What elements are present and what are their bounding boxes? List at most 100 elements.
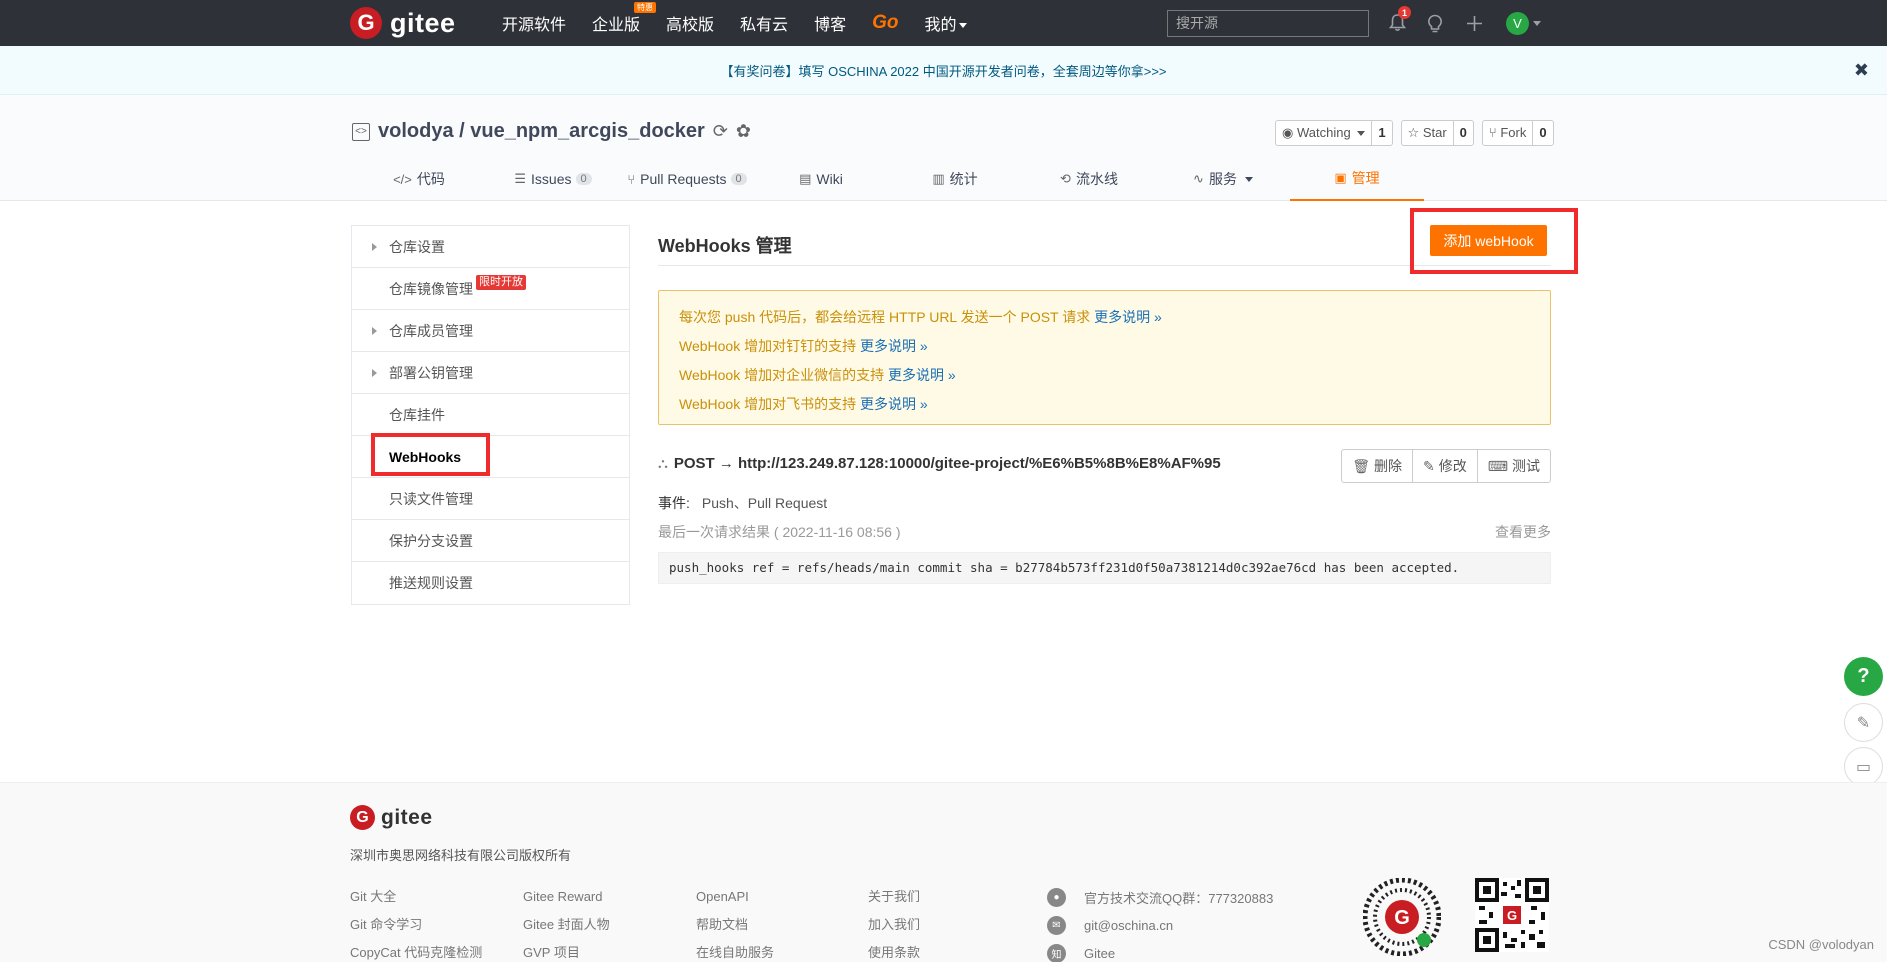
- feedback-edit-icon[interactable]: ✎: [1844, 703, 1883, 742]
- code-repo-icon: <>: [352, 122, 370, 141]
- footer-link[interactable]: CopyCat 代码克隆检测: [350, 939, 482, 962]
- zhihu-link[interactable]: Gitee: [1084, 946, 1115, 961]
- sidebar-item-readonly-files[interactable]: 只读文件管理: [352, 478, 629, 520]
- tab-manage[interactable]: ▣ 管理: [1290, 157, 1424, 201]
- manage-icon: ▣: [1334, 170, 1347, 185]
- tab-pull-requests[interactable]: ⑂ Pull Requests 0: [620, 157, 754, 201]
- watch-button[interactable]: ◉ Watching: [1276, 121, 1371, 145]
- code-icon: </>: [393, 171, 412, 187]
- close-icon[interactable]: ✖: [1854, 60, 1869, 81]
- footer-link[interactable]: 关于我们: [868, 883, 920, 911]
- tab-stats[interactable]: ▥ 统计: [888, 157, 1022, 201]
- footer-contact: ● 官方技术交流QQ群：777320883 ✉ git@oschina.cn 知 Gi…: [1047, 883, 1273, 962]
- events-label: 事件:: [658, 495, 690, 511]
- gitee-logo[interactable]: G gitee: [350, 7, 456, 39]
- notice-text: 每次您 push 代码后，都会给远程 HTTP URL 发送一个 POST 请求: [679, 309, 1091, 325]
- tab-label: 代码: [416, 171, 445, 187]
- webhook-icon: ⛬: [658, 455, 668, 471]
- nav-private-cloud[interactable]: 私有云: [740, 11, 788, 35]
- repo-title: <> volodya / vue_npm_arcgis_docker ⟳ ✿: [352, 120, 751, 143]
- more-info-link[interactable]: 更多说明 »: [1094, 309, 1162, 325]
- footer-link[interactable]: Git 大全: [350, 883, 482, 911]
- webhook-actions: 🗑 删除 ✎ 修改 ⌨ 测试: [1341, 449, 1551, 483]
- sidebar-item-repo-settings[interactable]: 仓库设置: [352, 226, 629, 268]
- star-icon: ☆: [1407, 125, 1423, 140]
- avatar[interactable]: V: [1506, 12, 1529, 35]
- star-label: Star: [1422, 125, 1447, 140]
- fork-label: Fork: [1500, 125, 1527, 140]
- star-count[interactable]: 0: [1452, 121, 1473, 145]
- lightbulb-icon[interactable]: [1424, 12, 1446, 34]
- footer-logo: G gitee: [350, 805, 433, 830]
- trash-icon: 🗑: [1352, 458, 1371, 474]
- help-button[interactable]: ?: [1844, 657, 1883, 696]
- tab-code[interactable]: </> 代码: [352, 157, 486, 201]
- search-input[interactable]: 搜开源: [1167, 10, 1369, 37]
- nav-enterprise[interactable]: 企业版 特惠: [592, 2, 657, 35]
- sidebar-item-deploy-keys[interactable]: 部署公钥管理: [352, 352, 629, 394]
- footer-link[interactable]: Gitee 封面人物: [523, 911, 610, 939]
- email-link[interactable]: git@oschina.cn: [1084, 918, 1173, 933]
- wiki-icon: ▤: [799, 171, 812, 186]
- zhihu-icon: 知: [1047, 943, 1066, 962]
- nav-open-source[interactable]: 开源软件: [502, 11, 566, 35]
- nav-mine[interactable]: 我的: [924, 11, 968, 35]
- nav-blog[interactable]: 博客: [814, 11, 846, 35]
- tab-label: Pull Requests: [640, 171, 727, 187]
- chevron-down-icon[interactable]: [1533, 21, 1541, 26]
- tab-services[interactable]: ∿ 服务: [1156, 157, 1290, 201]
- footer-link[interactable]: OpenAPI: [696, 883, 774, 911]
- qq-icon: ●: [1047, 887, 1066, 907]
- more-info-link[interactable]: 更多说明 »: [888, 367, 956, 383]
- test-label: 测试: [1512, 458, 1540, 474]
- sidebar-item-members[interactable]: 仓库成员管理: [352, 310, 629, 352]
- gvp-badge-icon[interactable]: ✿: [736, 121, 751, 142]
- footer-link[interactable]: 使用条款: [868, 939, 920, 962]
- fork-button[interactable]: ⑂ Fork: [1483, 121, 1532, 145]
- more-info-link[interactable]: 更多说明 »: [860, 396, 928, 412]
- footer: G gitee 深圳市奥思网络科技有限公司版权所有 Git 大全 Git 命令学…: [0, 782, 1887, 962]
- main-nav: 开源软件 企业版 特惠 高校版 私有云 博客 Go 我的: [502, 0, 993, 46]
- delete-button[interactable]: 🗑 删除: [1342, 450, 1412, 482]
- tab-issues[interactable]: ☰ Issues 0: [486, 157, 620, 201]
- footer-col-1: Git 大全 Git 命令学习 CopyCat 代码克隆检测: [350, 883, 482, 962]
- sidebar-item-label: 仓库镜像管理: [389, 280, 473, 297]
- footer-link[interactable]: GVP 项目: [523, 939, 610, 962]
- repo-name-link[interactable]: volodya / vue_npm_arcgis_docker: [378, 120, 705, 143]
- sidebar-item-mirror[interactable]: 仓库镜像管理 限时开放: [352, 268, 629, 310]
- sidebar-item-protected-branches[interactable]: 保护分支设置: [352, 520, 629, 562]
- nav-go[interactable]: Go: [872, 12, 898, 34]
- footer-link[interactable]: 在线自助服务: [696, 939, 774, 962]
- footer-link[interactable]: Git 命令学习: [350, 911, 482, 939]
- watch-count[interactable]: 1: [1371, 121, 1391, 145]
- sidebar-item-label: 保护分支设置: [389, 532, 473, 549]
- tab-pipeline[interactable]: ⟲ 流水线: [1022, 157, 1156, 201]
- footer-link[interactable]: 帮助文档: [696, 911, 774, 939]
- notice-line: WebHook 增加对飞书的支持 更多说明 »: [679, 390, 1530, 419]
- more-info-link[interactable]: 更多说明 »: [860, 338, 928, 354]
- nav-enterprise-label: 企业版: [592, 17, 641, 34]
- mini-program-qr-icon: G: [1362, 877, 1442, 957]
- sidebar-item-label: 仓库成员管理: [389, 322, 473, 339]
- star-button[interactable]: ☆ Star: [1402, 121, 1453, 145]
- bell-icon[interactable]: 1: [1386, 6, 1411, 34]
- sidebar-item-push-rules[interactable]: 推送规则设置: [352, 562, 629, 604]
- footer-link[interactable]: Gitee Reward: [523, 883, 610, 911]
- tab-wiki[interactable]: ▤ Wiki: [754, 157, 888, 201]
- qq-group-row: ● 官方技术交流QQ群：777320883: [1047, 883, 1273, 911]
- notice-text: WebHook 增加对钉钉的支持: [679, 338, 857, 354]
- request-log: push_hooks ref = refs/heads/main commit …: [658, 552, 1551, 584]
- footer-col-4: 关于我们 加入我们 使用条款: [868, 883, 920, 962]
- view-more-link[interactable]: 查看更多: [1495, 522, 1551, 542]
- fork-count[interactable]: 0: [1532, 121, 1552, 145]
- sidebar-item-widgets[interactable]: 仓库挂件: [352, 394, 629, 436]
- chat-icon[interactable]: ▭: [1844, 747, 1883, 786]
- banner-link[interactable]: 【有奖问卷】填写 OSCHINA 2022 中国开源开发者问卷，全套周边等你拿>…: [720, 61, 1166, 80]
- nav-university[interactable]: 高校版: [666, 11, 714, 35]
- footer-link[interactable]: 加入我们: [868, 911, 920, 939]
- edit-button[interactable]: ✎ 修改: [1412, 450, 1477, 482]
- gitee-logo-icon: G: [350, 7, 382, 39]
- plus-icon[interactable]: [1463, 12, 1485, 34]
- test-button[interactable]: ⌨ 测试: [1476, 450, 1550, 482]
- sync-icon[interactable]: ⟳: [713, 121, 728, 142]
